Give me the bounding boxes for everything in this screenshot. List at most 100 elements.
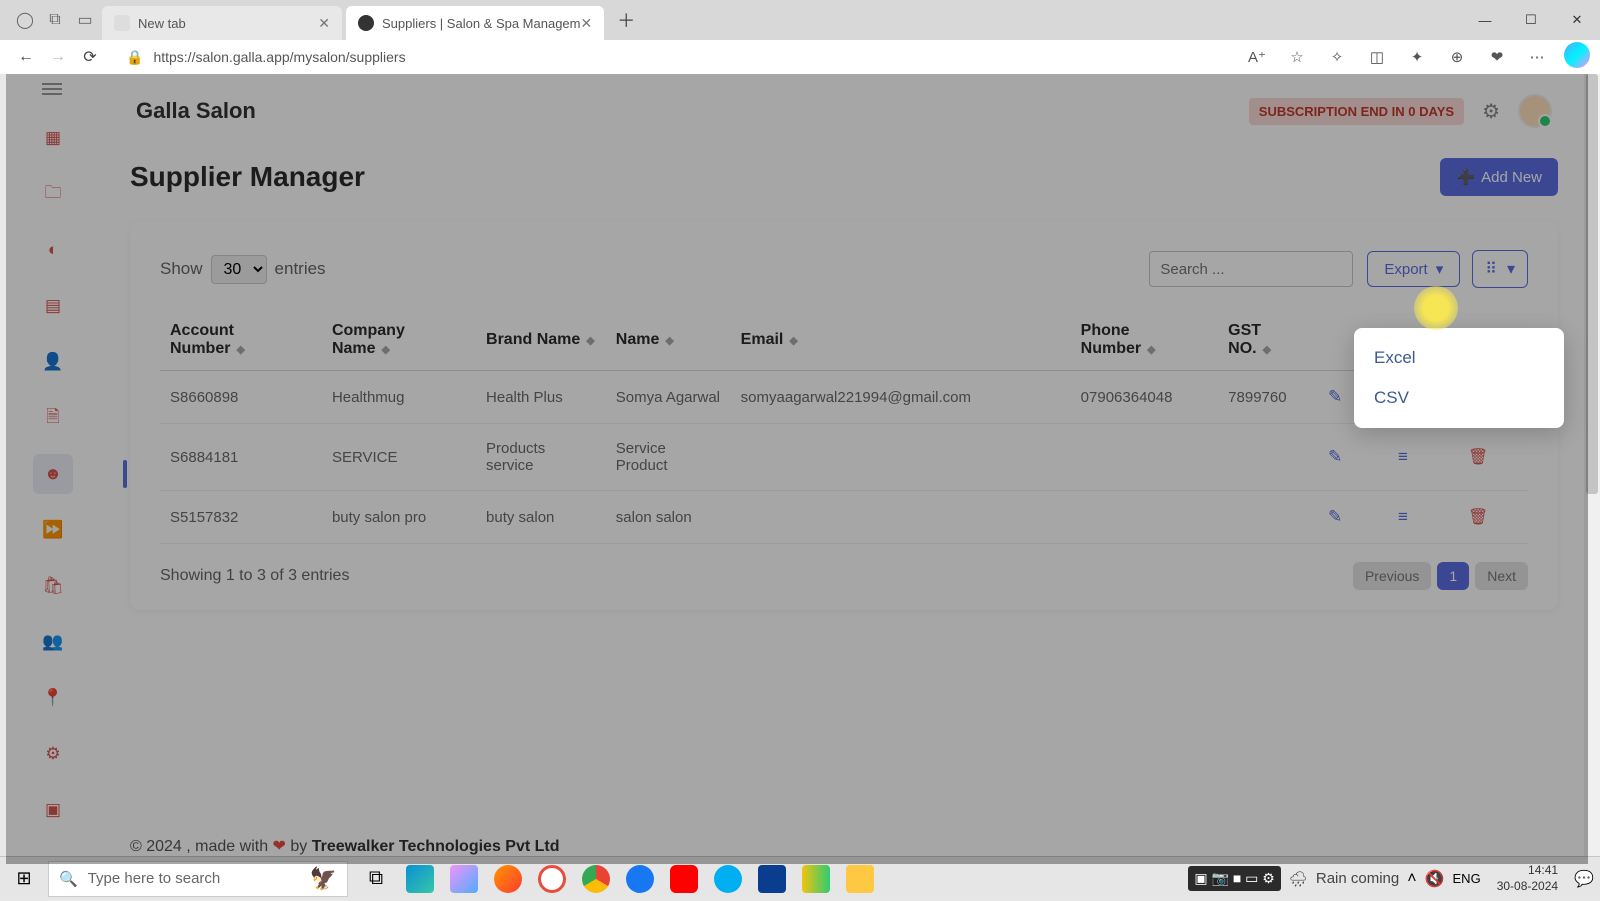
back-button[interactable]: ← <box>10 41 42 73</box>
sidebar-item-ticket[interactable]: ▤ <box>33 286 73 326</box>
edit-icon[interactable]: ✎ <box>1318 491 1388 544</box>
facebook-icon[interactable] <box>618 857 662 901</box>
columns-button[interactable]: ⠿ ▾ <box>1472 250 1528 288</box>
chrome-icon[interactable] <box>574 857 618 901</box>
store-icon[interactable] <box>750 857 794 901</box>
plus-icon: ➕ <box>1456 168 1475 186</box>
caret-down-icon: ▾ <box>1436 260 1444 278</box>
sidebar-item-forward[interactable]: ⏩ <box>33 510 73 550</box>
favorites-bar-icon[interactable]: ✦ <box>1400 42 1434 72</box>
sidebar-item-report[interactable]: ▣ <box>33 790 73 830</box>
sidebar-item-folder[interactable]: 🗀 <box>33 174 73 214</box>
rain-icon: 🌧 <box>1289 870 1308 888</box>
topbar: Galla Salon SUBSCRIPTION END IN 0 DAYS ⚙ <box>100 74 1588 148</box>
page-1-button[interactable]: 1 <box>1437 562 1469 590</box>
edge-icon[interactable] <box>398 857 442 901</box>
col-phone[interactable]: Phone Number◆ <box>1071 310 1219 371</box>
tray-box[interactable]: ▣ 📷 ■ ▭ ⚙ <box>1188 866 1280 891</box>
search-input[interactable] <box>1149 251 1353 287</box>
table-controls: Show 30 entries Export ▾ ⠿ ▾ <box>160 250 1528 288</box>
firefox-icon[interactable] <box>486 857 530 901</box>
start-button[interactable]: ⊞ <box>0 857 48 901</box>
sidebar-item-contacts[interactable]: 👥 <box>33 622 73 662</box>
shopping-icon[interactable]: ❤ <box>1480 42 1514 72</box>
export-csv-option[interactable]: CSV <box>1354 378 1564 418</box>
col-name[interactable]: Name◆ <box>606 310 731 371</box>
refresh-button[interactable]: ⟳ <box>74 41 106 73</box>
export-label: Export <box>1384 261 1427 278</box>
new-tab-button[interactable]: ＋ <box>610 4 642 36</box>
user-avatar[interactable] <box>1518 94 1552 128</box>
extensions-icon[interactable]: ✧ <box>1320 42 1354 72</box>
col-email[interactable]: Email◆ <box>731 310 1071 371</box>
sidebar-item-user[interactable]: 👤 <box>33 342 73 382</box>
scrollbar-thumb[interactable] <box>1586 74 1598 494</box>
add-new-label: Add New <box>1481 169 1542 186</box>
delete-icon[interactable]: 🗑 <box>1458 491 1528 544</box>
tray-chevron-icon[interactable]: ˄ <box>1407 870 1416 888</box>
minimize-button[interactable]: — <box>1462 4 1508 36</box>
tab-actions-icon[interactable]: ▭ <box>70 5 100 35</box>
app-viewport: ▦ 🗀 ◐ ▤ 👤 🗎 ☻ ⏩ 🛍 👥 📍 ⚙ ▣ 📷 📅 Galla Salo… <box>6 74 1588 864</box>
app-icon[interactable] <box>794 857 838 901</box>
sidebar-item-circle[interactable]: ◐ <box>33 230 73 270</box>
maximize-button[interactable]: ☐ <box>1508 4 1554 36</box>
forward-button[interactable]: → <box>42 41 74 73</box>
close-icon[interactable]: ✕ <box>318 15 330 32</box>
col-account[interactable]: Account Number◆ <box>160 310 322 371</box>
favorite-icon[interactable]: ☆ <box>1280 42 1314 72</box>
split-icon[interactable]: ◫ <box>1360 42 1394 72</box>
col-company[interactable]: Company Name◆ <box>322 310 476 371</box>
workspaces-icon[interactable]: ⧉ <box>40 5 70 35</box>
sidebar-item-doc[interactable]: 🗎 <box>33 398 73 438</box>
col-brand[interactable]: Brand Name◆ <box>476 310 606 371</box>
edit-icon[interactable]: ✎ <box>1318 424 1388 491</box>
heart-icon: ❤ <box>273 838 286 855</box>
notifications-icon[interactable]: 💬 <box>1574 869 1594 889</box>
next-button[interactable]: Next <box>1475 562 1528 590</box>
settings-icon[interactable]: ⚙ <box>1482 99 1500 124</box>
sidebar-item-dashboard[interactable]: ▦ <box>33 118 73 158</box>
export-excel-option[interactable]: Excel <box>1354 338 1564 378</box>
explorer-icon[interactable] <box>838 857 882 901</box>
record-icon[interactable] <box>530 857 574 901</box>
browser-chrome: ◯ ⧉ ▭ New tab ✕ Suppliers | Salon & Spa … <box>0 0 1600 74</box>
collections-icon[interactable]: ⊕ <box>1440 42 1474 72</box>
more-icon[interactable]: ⋯ <box>1520 42 1554 72</box>
copilot-icon[interactable] <box>1564 42 1590 68</box>
sidebar-item-location[interactable]: 📍 <box>33 678 73 718</box>
skype-icon[interactable] <box>706 857 750 901</box>
clock[interactable]: 14:41 30-08-2024 <box>1489 863 1566 894</box>
table-footer: Showing 1 to 3 of 3 entries Previous 1 N… <box>160 562 1528 590</box>
prev-button[interactable]: Previous <box>1353 562 1431 590</box>
sidebar-item-settings[interactable]: ⚙ <box>33 734 73 774</box>
close-icon[interactable]: ✕ <box>581 15 593 32</box>
list-icon[interactable]: ≡ <box>1388 491 1458 544</box>
taskbar-search[interactable]: 🔍 Type here to search 🦅 <box>48 861 348 897</box>
export-button[interactable]: Export ▾ <box>1367 251 1460 287</box>
sidebar-item-suppliers[interactable]: ☻ <box>33 454 73 494</box>
tab-new-tab[interactable]: New tab ✕ <box>102 6 342 40</box>
volume-mute-icon[interactable]: 🔇 <box>1425 869 1445 889</box>
col-gst[interactable]: GST NO.◆ <box>1218 310 1318 371</box>
lang-indicator[interactable]: ENG <box>1453 871 1481 886</box>
youtube-icon[interactable] <box>662 857 706 901</box>
page-header: Supplier Manager ➕ Add New <box>130 158 1558 196</box>
tab-suppliers[interactable]: Suppliers | Salon & Spa Managem ✕ <box>346 6 604 40</box>
menu-toggle-icon[interactable] <box>42 88 62 90</box>
sidebar-item-basket[interactable]: 🛍 <box>33 566 73 606</box>
entries-select[interactable]: 30 <box>211 255 267 284</box>
list-icon[interactable]: ≡ <box>1388 424 1458 491</box>
weather-widget[interactable]: 🌧 Rain coming <box>1289 870 1399 888</box>
show-entries: Show 30 entries <box>160 255 326 284</box>
subscription-badge: SUBSCRIPTION END IN 0 DAYS <box>1249 98 1464 125</box>
delete-icon[interactable]: 🗑 <box>1458 424 1528 491</box>
add-new-button[interactable]: ➕ Add New <box>1440 158 1558 196</box>
profile-icon[interactable]: ◯ <box>10 5 40 35</box>
url-field[interactable]: 🔒 https://salon.galla.app/mysalon/suppli… <box>114 42 1232 72</box>
read-aloud-icon[interactable]: A⁺ <box>1240 42 1274 72</box>
page-title: Supplier Manager <box>130 161 365 193</box>
task-view-icon[interactable]: ⧉ <box>354 857 398 901</box>
copilot-taskbar-icon[interactable] <box>442 857 486 901</box>
close-window-button[interactable]: ✕ <box>1554 4 1600 36</box>
